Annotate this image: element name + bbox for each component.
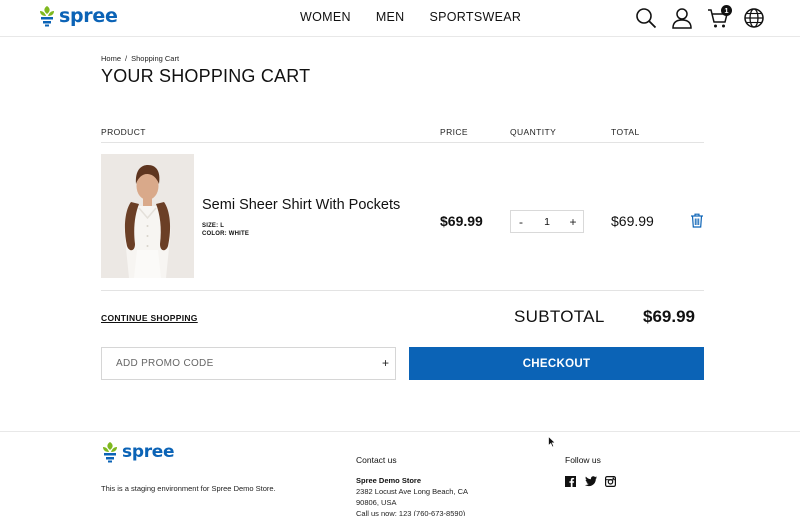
site-header: spree WOMEN MEN SPORTSWEAR 1 bbox=[0, 0, 800, 37]
cart-icon[interactable]: 1 bbox=[706, 5, 732, 30]
social-links bbox=[565, 474, 617, 488]
trash-icon[interactable] bbox=[690, 213, 704, 233]
main-nav: WOMEN MEN SPORTSWEAR bbox=[300, 10, 521, 24]
cart-count-badge: 1 bbox=[721, 5, 732, 16]
product-image[interactable] bbox=[101, 154, 194, 278]
footer-logo[interactable]: spree bbox=[101, 441, 175, 463]
product-color: COLOR: WHITE bbox=[202, 231, 250, 237]
breadcrumb-separator: / bbox=[125, 54, 128, 63]
spree-logo-mark-icon bbox=[38, 5, 56, 27]
globe-icon[interactable] bbox=[742, 6, 766, 30]
search-icon[interactable] bbox=[634, 6, 658, 30]
nav-sportswear[interactable]: SPORTSWEAR bbox=[430, 10, 522, 24]
product-size: SIZE: L bbox=[202, 223, 225, 229]
column-header-total: TOTAL bbox=[611, 127, 640, 137]
table-divider bbox=[101, 142, 704, 143]
checkout-button[interactable]: CHECKOUT bbox=[409, 347, 704, 380]
quantity-value[interactable]: 1 bbox=[544, 216, 550, 228]
nav-men[interactable]: MEN bbox=[376, 10, 405, 24]
column-header-product: PRODUCT bbox=[101, 127, 146, 137]
product-meta: SIZE: L COLOR: WHITE bbox=[202, 222, 249, 238]
spree-logo-mark-icon bbox=[101, 441, 119, 463]
decrease-quantity-button[interactable]: - bbox=[511, 215, 531, 229]
instagram-icon[interactable] bbox=[605, 474, 617, 488]
footer-logo-text: spree bbox=[122, 442, 175, 462]
mouse-cursor-icon bbox=[548, 435, 557, 453]
facebook-icon[interactable] bbox=[565, 474, 576, 487]
breadcrumb-home[interactable]: Home bbox=[101, 54, 121, 63]
follow-title: Follow us bbox=[565, 455, 601, 465]
address-line-1: 2382 Locust Ave Long Beach, CA bbox=[356, 487, 469, 496]
column-header-price: PRICE bbox=[440, 127, 468, 137]
product-name[interactable]: Semi Sheer Shirt With Pockets bbox=[202, 197, 400, 213]
continue-shopping-link[interactable]: CONTINUE SHOPPING bbox=[101, 313, 198, 323]
breadcrumb: Home / Shopping Cart bbox=[101, 54, 179, 63]
nav-women[interactable]: WOMEN bbox=[300, 10, 351, 24]
subtotal-label: SUBTOTAL bbox=[514, 307, 605, 326]
promo-code-input[interactable] bbox=[102, 358, 362, 369]
item-price: $69.99 bbox=[440, 213, 483, 229]
store-name: Spree Demo Store bbox=[356, 476, 422, 485]
page-title: YOUR SHOPPING CART bbox=[101, 66, 311, 86]
account-icon[interactable] bbox=[670, 6, 694, 30]
summary-divider bbox=[101, 290, 704, 291]
address-line-2: 90806, USA bbox=[356, 498, 397, 507]
promo-code-field: + bbox=[101, 347, 396, 380]
header-icons: 1 bbox=[634, 5, 766, 30]
contact-title: Contact us bbox=[356, 455, 397, 465]
contact-details: Spree Demo Store 2382 Locust Ave Long Be… bbox=[356, 475, 468, 516]
column-header-quantity: QUANTITY bbox=[510, 127, 557, 137]
staging-note: This is a staging environment for Spree … bbox=[101, 484, 276, 493]
increase-quantity-button[interactable]: + bbox=[563, 215, 583, 229]
breadcrumb-current: Shopping Cart bbox=[131, 54, 180, 63]
item-total: $69.99 bbox=[611, 213, 654, 229]
subtotal-value: $69.99 bbox=[643, 307, 695, 326]
spree-logo[interactable]: spree bbox=[38, 5, 118, 27]
apply-promo-button[interactable]: + bbox=[382, 356, 389, 370]
quantity-stepper: - 1 + bbox=[510, 210, 584, 233]
twitter-icon[interactable] bbox=[585, 474, 597, 487]
phone-number[interactable]: Call us now: 123 (760-673-8590) bbox=[356, 508, 468, 516]
site-footer: spree This is a staging environment for … bbox=[0, 431, 800, 516]
spree-logo-text: spree bbox=[59, 5, 118, 27]
